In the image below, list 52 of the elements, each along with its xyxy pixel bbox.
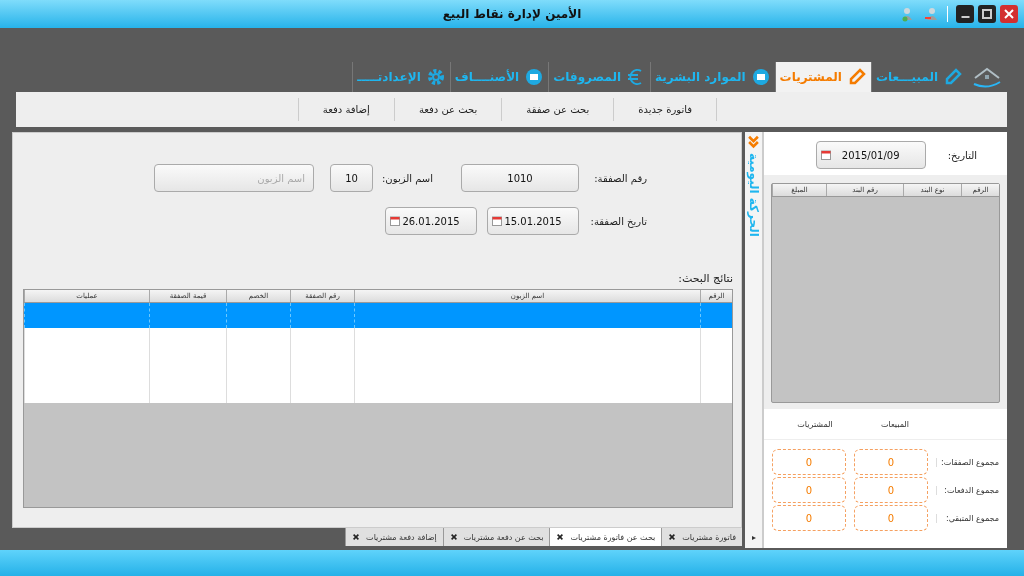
sales-total-field: 0 <box>854 477 928 503</box>
document-tab[interactable]: إضافة دفعة مشتريات <box>345 528 443 546</box>
customer-name-field[interactable]: اسم الزبون <box>154 164 314 192</box>
summary-label: مجموع الصفقات: <box>936 457 1007 467</box>
purchases-total-field: 0 <box>772 477 846 503</box>
close-icon[interactable] <box>556 533 565 541</box>
summary-label: مجموع المتبقي: <box>936 513 1007 523</box>
toolbar-button[interactable]: إضافة دفعة <box>297 98 394 121</box>
close-icon[interactable] <box>449 533 458 541</box>
date-field[interactable]: 2015/01/09 <box>815 141 926 169</box>
tab-label: بحث عن دفعة مشتريات <box>463 532 544 542</box>
section-title: نتائج البحث: <box>677 272 733 285</box>
close-icon <box>1002 7 1016 21</box>
calendar-icon <box>820 150 831 160</box>
document-tab[interactable]: بحث عن دفعة مشتريات <box>442 528 550 546</box>
document-tab[interactable]: فاتورة مشتريات <box>661 528 742 546</box>
gear-icon <box>425 67 446 87</box>
field-label: رقم الصفقة: <box>593 172 647 184</box>
maximize-icon <box>980 7 994 21</box>
sales-total-field: 0 <box>854 505 928 531</box>
pencil-icon <box>943 67 963 87</box>
minimize-button[interactable] <box>956 5 974 23</box>
calendar-icon <box>390 216 400 226</box>
customer-code-field[interactable]: 10 <box>330 164 373 192</box>
summary-label: مجموع الدفعات: <box>936 485 1007 495</box>
toolbar-button[interactable]: فاتورة جديدة <box>613 98 717 121</box>
purchases-total-field: 0 <box>772 505 846 531</box>
purchases-total-field: 0 <box>772 449 846 475</box>
date-field[interactable]: 26.01.2015 <box>385 207 477 235</box>
calendar-icon <box>492 216 502 226</box>
document-tab[interactable]: بحث عن فاتورة مشتريات <box>549 528 662 546</box>
user-icon[interactable] <box>923 6 939 22</box>
maximize-button[interactable] <box>978 5 996 23</box>
close-button[interactable] <box>1000 5 1018 23</box>
close-icon[interactable] <box>668 533 677 541</box>
window-title: الأمين لإدارة نقاط البيع <box>441 7 583 21</box>
tab-label: بحث عن فاتورة مشتريات <box>570 532 656 542</box>
column-header: المشتريات <box>796 419 834 429</box>
toolbar-button[interactable]: بحث عن دفعة <box>393 98 502 121</box>
toolbar-button[interactable]: بحث عن صفقة <box>501 98 614 121</box>
arrow-icon[interactable] <box>750 535 757 541</box>
field-label: تاريخ الصفقة: <box>589 215 647 227</box>
sales-total-field: 0 <box>854 449 928 475</box>
field-label: التاريخ: <box>947 149 977 161</box>
minimize-icon <box>960 16 970 18</box>
tab-label: إضافة دفعة مشتريات <box>366 532 437 542</box>
date-field[interactable]: 15.01.2015 <box>487 207 579 235</box>
column-header: المبيعات <box>880 419 910 429</box>
close-icon[interactable] <box>352 533 361 541</box>
tab-label: فاتورة مشتريات <box>682 532 736 542</box>
house-logo-icon <box>971 66 1003 88</box>
deal-number-field[interactable]: 1010 <box>461 164 579 192</box>
